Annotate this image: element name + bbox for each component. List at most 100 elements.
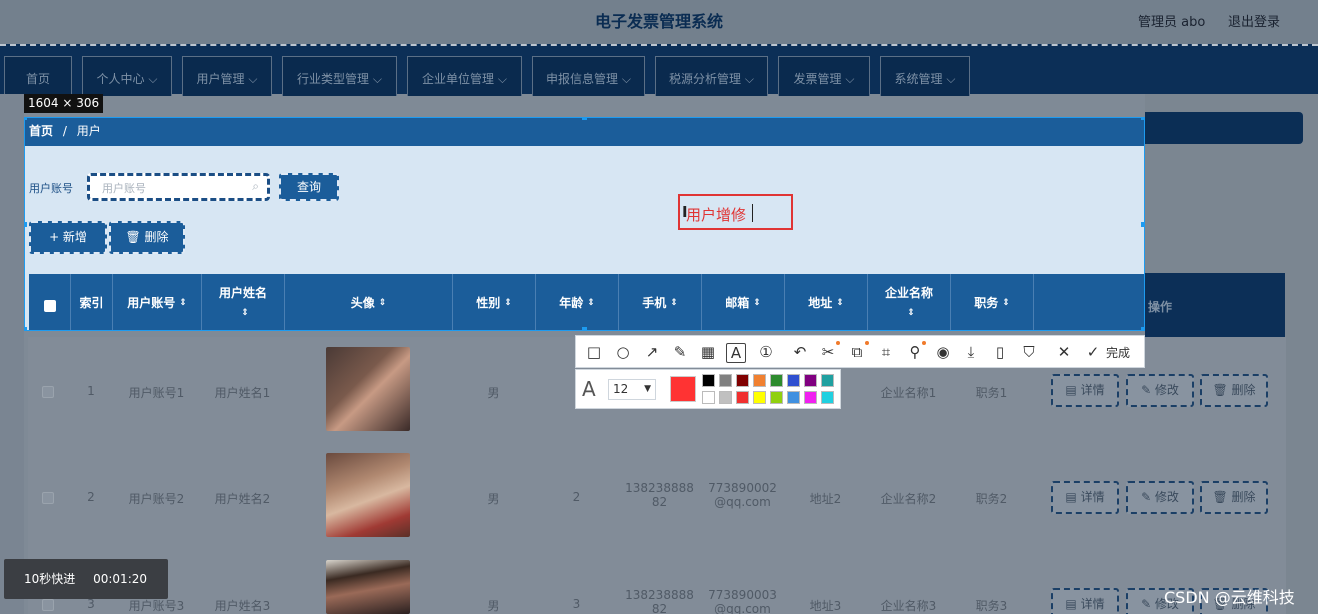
- resize-handle[interactable]: [582, 118, 587, 120]
- arrow-icon[interactable]: ↗: [642, 343, 662, 361]
- sort-icon[interactable]: ⇕: [179, 293, 187, 313]
- check-icon[interactable]: ✓: [1083, 343, 1103, 361]
- color-swatch[interactable]: [719, 391, 732, 404]
- color-swatch[interactable]: [736, 391, 749, 404]
- th-avatar[interactable]: 头像 ⇕: [285, 274, 453, 330]
- color-swatch[interactable]: [821, 374, 834, 387]
- add-button[interactable]: + 新增: [29, 221, 107, 254]
- detail-button[interactable]: ▤ 详情: [1051, 481, 1119, 514]
- nav-industry-type[interactable]: 行业类型管理 ⌵: [282, 56, 397, 96]
- rectangle-icon[interactable]: □: [584, 343, 604, 361]
- text-icon[interactable]: A: [726, 343, 746, 363]
- th-gender[interactable]: 性别 ⇕: [453, 274, 536, 330]
- logout-link[interactable]: 退出登录: [1228, 11, 1280, 30]
- color-swatch[interactable]: [821, 391, 834, 404]
- row-position: 职务2: [975, 492, 1008, 506]
- annotation-text[interactable]: 用户增修: [686, 204, 746, 225]
- nav-declaration[interactable]: 申报信息管理 ⌵: [532, 56, 645, 96]
- th-email[interactable]: 邮箱 ⇕: [702, 274, 785, 330]
- color-swatch[interactable]: [787, 391, 800, 404]
- sort-icon[interactable]: ⇕: [504, 293, 512, 313]
- sort-icon[interactable]: ⇕: [379, 293, 387, 313]
- sort-icon[interactable]: ⇕: [241, 303, 249, 323]
- nav-enterprise[interactable]: 企业单位管理 ⌵: [407, 56, 522, 96]
- row-delete-button[interactable]: 🗑 删除: [1200, 481, 1268, 514]
- color-swatch[interactable]: [804, 391, 817, 404]
- color-swatch[interactable]: [770, 391, 783, 404]
- color-swatch[interactable]: [804, 374, 817, 387]
- th-checkbox[interactable]: [29, 274, 71, 330]
- close-icon[interactable]: ✕: [1054, 343, 1074, 361]
- font-size-select[interactable]: 12 ▼: [608, 379, 656, 400]
- nav-tax-analysis[interactable]: 税源分析管理 ⌵: [655, 56, 768, 96]
- th-age[interactable]: 年龄 ⇕: [536, 274, 619, 330]
- select-all-checkbox[interactable]: [44, 300, 56, 312]
- ocr-icon[interactable]: ⌗: [876, 343, 896, 361]
- phone-icon[interactable]: ▯: [990, 343, 1010, 361]
- row-checkbox[interactable]: [42, 599, 54, 611]
- sort-icon[interactable]: ⇕: [907, 303, 915, 323]
- row-delete-button[interactable]: 🗑 删除: [1200, 374, 1268, 407]
- color-swatch[interactable]: [770, 374, 783, 387]
- number-icon[interactable]: ①: [756, 343, 776, 361]
- edit-button[interactable]: ✎ 修改: [1126, 374, 1194, 407]
- ellipse-icon[interactable]: ○: [613, 343, 633, 361]
- resize-handle[interactable]: [25, 222, 27, 227]
- color-swatch[interactable]: [702, 391, 715, 404]
- undo-icon[interactable]: ↶: [790, 343, 810, 361]
- sort-icon[interactable]: ⇕: [670, 293, 678, 313]
- resize-handle[interactable]: [25, 118, 27, 120]
- detail-button[interactable]: ▤ 详情: [1051, 374, 1119, 407]
- th-name[interactable]: 用户姓名 ⇕: [202, 274, 285, 330]
- table-header: 索引 用户账号 ⇕ 用户姓名 ⇕ 头像 ⇕ 性别 ⇕ 年龄 ⇕ 手机 ⇕ 邮箱 ⇕ 地址 ⇕ 企…: [29, 274, 1144, 330]
- done-button[interactable]: 完成: [1106, 344, 1130, 361]
- th-address[interactable]: 地址 ⇕: [785, 274, 868, 330]
- current-color-swatch[interactable]: [670, 376, 696, 402]
- bookmark-icon[interactable]: ⛉: [1019, 343, 1039, 361]
- sort-icon[interactable]: ⇕: [587, 293, 595, 313]
- row-checkbox[interactable]: [42, 492, 54, 504]
- sort-icon[interactable]: ⇕: [753, 293, 761, 313]
- dropdown-arrow-icon: ▼: [644, 384, 651, 394]
- color-swatch[interactable]: [787, 374, 800, 387]
- th-phone[interactable]: 手机 ⇕: [619, 274, 702, 330]
- pencil-icon[interactable]: ✎: [670, 343, 690, 361]
- nav-personal-center[interactable]: 个人中心 ⌵: [82, 56, 172, 96]
- sort-icon[interactable]: ⇕: [1002, 293, 1010, 313]
- video-progress-badge[interactable]: 10秒快进 00:01:20: [4, 559, 168, 599]
- breadcrumb-home[interactable]: 首页: [29, 124, 53, 138]
- color-swatch[interactable]: [753, 391, 766, 404]
- color-swatch[interactable]: [753, 374, 766, 387]
- download-icon[interactable]: ⤓: [961, 343, 981, 361]
- detail-button[interactable]: ▤ 详情: [1051, 588, 1119, 614]
- resize-handle[interactable]: [1141, 222, 1144, 227]
- resize-handle[interactable]: [1141, 118, 1144, 120]
- color-swatch[interactable]: [719, 374, 732, 387]
- sort-icon[interactable]: ⇕: [836, 293, 844, 313]
- translate-icon[interactable]: ⧉: [847, 343, 867, 361]
- th-company[interactable]: 企业名称 ⇕: [868, 274, 951, 330]
- scissors-icon[interactable]: ✂: [818, 343, 838, 361]
- fast-forward-label[interactable]: 10秒快进: [24, 572, 75, 586]
- mosaic-icon[interactable]: ▦: [698, 343, 718, 361]
- capture-region[interactable]: 首页 / 用户 用户账号 用户账号 ⌕ 查询 + 新增 🗑 删除 I 用户增修 …: [24, 117, 1145, 331]
- search-input[interactable]: 用户账号 ⌕: [87, 173, 270, 201]
- nav-user-management[interactable]: 用户管理 ⌵: [182, 56, 272, 96]
- resize-handle[interactable]: [1141, 327, 1144, 330]
- th-position[interactable]: 职务 ⇕: [951, 274, 1034, 330]
- resize-handle[interactable]: [25, 327, 27, 330]
- avatar-image: [326, 560, 410, 614]
- delete-button[interactable]: 🗑 删除: [109, 221, 185, 254]
- record-icon[interactable]: ◉: [933, 343, 953, 361]
- nav-invoice[interactable]: 发票管理 ⌵: [778, 56, 870, 96]
- nav-home[interactable]: 首页: [4, 56, 72, 96]
- color-swatch[interactable]: [702, 374, 715, 387]
- pin-icon[interactable]: ⚲: [905, 343, 925, 361]
- th-account[interactable]: 用户账号 ⇕: [113, 274, 202, 330]
- color-swatch[interactable]: [736, 374, 749, 387]
- query-button[interactable]: 查询: [279, 173, 339, 201]
- row-checkbox[interactable]: [42, 386, 54, 398]
- nav-system[interactable]: 系统管理 ⌵: [880, 56, 970, 96]
- edit-button[interactable]: ✎ 修改: [1126, 481, 1194, 514]
- resize-handle[interactable]: [582, 327, 587, 330]
